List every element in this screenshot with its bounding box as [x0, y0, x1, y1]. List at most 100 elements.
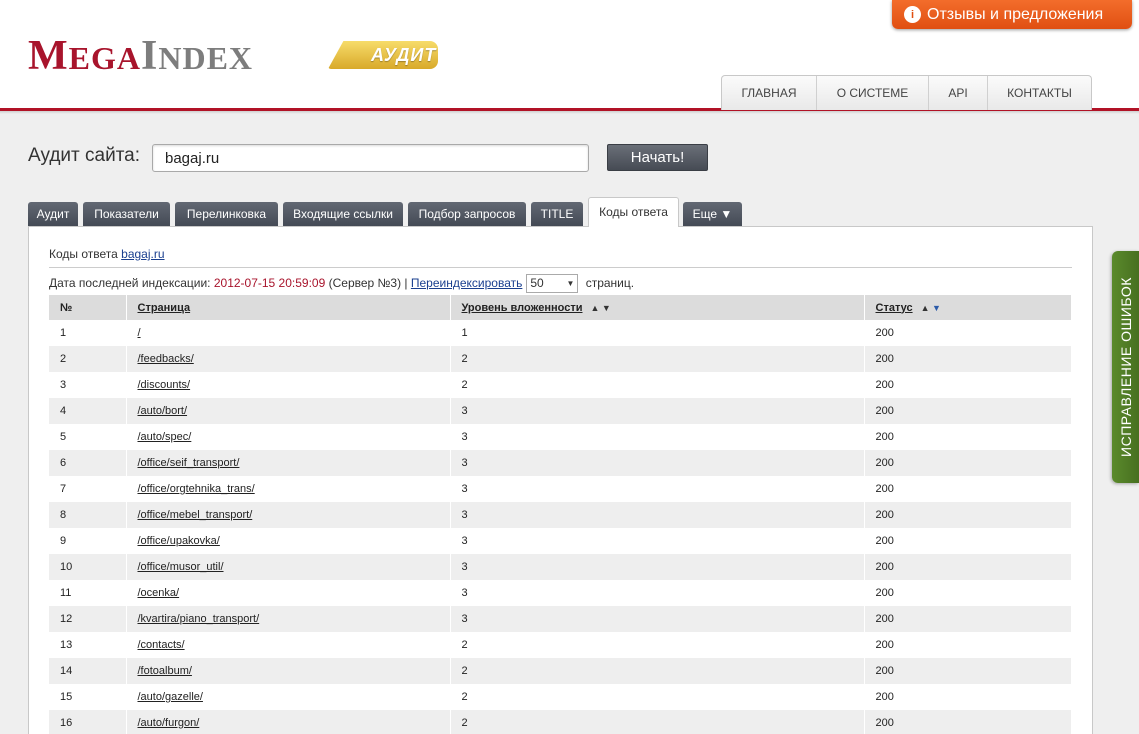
cell-page[interactable]: /fotoalbum/ [126, 658, 451, 684]
tab-more[interactable]: Еще ▼ [683, 202, 742, 226]
server-info: (Сервер №3) | [325, 276, 411, 290]
cell-page[interactable]: /discounts/ [126, 372, 451, 398]
cell-status: 200 [864, 424, 1072, 450]
response-codes-panel: Коды ответа bagaj.ru Дата последней инде… [28, 226, 1093, 734]
tab-incoming-links[interactable]: Входящие ссылки [283, 202, 403, 226]
panel-title-text: Коды ответа [49, 247, 122, 261]
cell-depth: 2 [450, 658, 865, 684]
cell-depth: 3 [450, 580, 865, 606]
sort-arrows-icon[interactable]: ▲ ▼ [921, 303, 941, 313]
cell-page[interactable]: /kvartira/piano_transport/ [126, 606, 451, 632]
panel-title: Коды ответа bagaj.ru [49, 247, 165, 261]
cell-status: 200 [864, 398, 1072, 424]
cell-num: 8 [49, 502, 127, 528]
index-info: Дата последней индексации: 2012-07-15 20… [49, 273, 634, 293]
table-body: 1/1 200 2/feedbacks/2 200 3/discounts/2 200 4/… [49, 320, 1072, 734]
index-date: 2012-07-15 20:59:09 [213, 276, 326, 290]
response-codes-table: № Страница Уровень вложенности ▲ ▼ Статус… [49, 295, 1072, 734]
top-navigation: ГЛАВНАЯ О СИСТЕМЕ API КОНТАКТЫ [721, 75, 1092, 110]
cell-page[interactable]: /office/mebel_transport/ [126, 502, 451, 528]
divider [49, 267, 1072, 268]
cell-status: 200 [864, 528, 1072, 554]
cell-depth: 3 [450, 424, 865, 450]
cell-page[interactable]: /office/upakovka/ [126, 528, 451, 554]
cell-page[interactable]: /office/orgtehnika_trans/ [126, 476, 451, 502]
cell-status: 200 [864, 606, 1072, 632]
table-row: 12/kvartira/piano_transport/3 200 [49, 606, 1072, 632]
table-row: 1/1 200 [49, 320, 1072, 346]
error-report-label: ИСПРАВЛЕНИЕ ОШИБОК [1117, 277, 1134, 457]
cell-status: 200 [864, 632, 1072, 658]
tab-linking[interactable]: Перелинковка [175, 202, 278, 226]
cell-page[interactable]: /auto/bort/ [126, 398, 451, 424]
cell-depth: 3 [450, 476, 865, 502]
index-date-label: Дата последней индексации: [49, 276, 214, 290]
feedback-button[interactable]: i Отзывы и предложения [892, 0, 1132, 29]
start-button[interactable]: Начать! [607, 144, 708, 171]
nav-item-contacts[interactable]: КОНТАКТЫ [988, 76, 1091, 110]
cell-status: 200 [864, 710, 1072, 734]
cell-status: 200 [864, 554, 1072, 580]
table-row: 2/feedbacks/2 200 [49, 346, 1072, 372]
cell-num: 13 [49, 632, 127, 658]
cell-depth: 2 [450, 632, 865, 658]
sort-arrows-icon[interactable]: ▲ ▼ [591, 303, 611, 313]
cell-num: 14 [49, 658, 127, 684]
nav-item-home[interactable]: ГЛАВНАЯ [722, 76, 817, 110]
table-row: 7/office/orgtehnika_trans/3 200 [49, 476, 1072, 502]
tab-query-selection[interactable]: Подбор запросов [408, 202, 526, 226]
table-row: 10/office/musor_util/3 200 [49, 554, 1072, 580]
reindex-link[interactable]: Переиндексировать [411, 276, 523, 290]
cell-status: 200 [864, 580, 1072, 606]
cell-page[interactable]: / [126, 320, 451, 346]
chevron-down-icon: ▼ [566, 278, 575, 288]
table-header-row: № Страница Уровень вложенности ▲ ▼ Статус… [49, 295, 1072, 320]
cell-num: 4 [49, 398, 127, 424]
audit-site-label: Аудит сайта: [28, 145, 141, 166]
cell-status: 200 [864, 372, 1072, 398]
table-row: 13/contacts/2 200 [49, 632, 1072, 658]
table-row: 8/office/mebel_transport/3 200 [49, 502, 1072, 528]
column-header-status[interactable]: Статус ▲ ▼ [864, 295, 1072, 320]
site-link[interactable]: bagaj.ru [121, 247, 164, 261]
column-header-page[interactable]: Страница [126, 295, 451, 320]
table-row: 15/auto/gazelle/2 200 [49, 684, 1072, 710]
cell-num: 11 [49, 580, 127, 606]
cell-status: 200 [864, 320, 1072, 346]
logo-index: INDEX [141, 33, 254, 79]
cell-page[interactable]: /office/musor_util/ [126, 554, 451, 580]
per-page-select[interactable]: 50 ▼ [526, 273, 579, 293]
error-report-tab[interactable]: ИСПРАВЛЕНИЕ ОШИБОК [1112, 251, 1139, 483]
tab-indicators[interactable]: Показатели [83, 202, 170, 226]
tab-title[interactable]: TITLE [531, 202, 583, 226]
nav-item-about[interactable]: О СИСТЕМЕ [817, 76, 929, 110]
cell-num: 1 [49, 320, 127, 346]
tab-audit[interactable]: Аудит [28, 202, 78, 226]
megaindex-logo[interactable]: MEGAINDEX АУДИТ [28, 34, 438, 78]
logo-wordmark: MEGAINDEX [28, 34, 253, 87]
cell-page[interactable]: /feedbacks/ [126, 346, 451, 372]
header-shadow [0, 111, 1139, 114]
table-row: 5/auto/spec/3 200 [49, 424, 1072, 450]
cell-num: 12 [49, 606, 127, 632]
cell-num: 6 [49, 450, 127, 476]
tab-response-codes[interactable]: Коды ответа [588, 197, 679, 227]
cell-num: 7 [49, 476, 127, 502]
table-row: 11/ocenka/3 200 [49, 580, 1072, 606]
cell-page[interactable]: /office/seif_transport/ [126, 450, 451, 476]
cell-page[interactable]: /contacts/ [126, 632, 451, 658]
cell-num: 9 [49, 528, 127, 554]
cell-page[interactable]: /auto/furgon/ [126, 710, 451, 734]
cell-page[interactable]: /ocenka/ [126, 580, 451, 606]
cell-num: 2 [49, 346, 127, 372]
site-url-input[interactable] [152, 144, 589, 172]
cell-num: 5 [49, 424, 127, 450]
table-row: 14/fotoalbum/2 200 [49, 658, 1072, 684]
cell-page[interactable]: /auto/gazelle/ [126, 684, 451, 710]
nav-item-api[interactable]: API [929, 76, 988, 110]
cell-depth: 1 [450, 320, 865, 346]
table-row: 4/auto/bort/3 200 [49, 398, 1072, 424]
column-header-depth[interactable]: Уровень вложенности ▲ ▼ [450, 295, 865, 320]
table-row: 6/office/seif_transport/3 200 [49, 450, 1072, 476]
cell-page[interactable]: /auto/spec/ [126, 424, 451, 450]
